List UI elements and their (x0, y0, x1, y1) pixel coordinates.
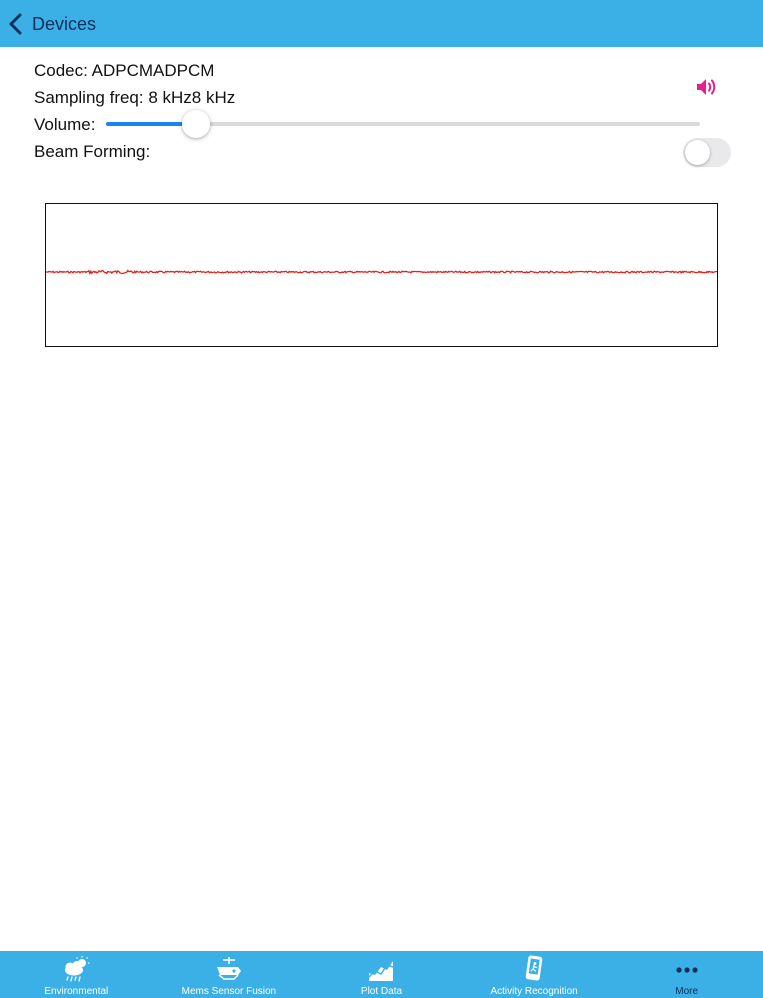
tab-label: More (675, 986, 699, 997)
waveform-plot (46, 269, 717, 276)
tab-more[interactable]: More (610, 951, 763, 998)
tab-label: Activity Recognition (490, 986, 578, 997)
back-button[interactable]: Devices (8, 10, 96, 38)
tab-plot-data[interactable]: Plot Data (305, 951, 458, 998)
speaker-icon (697, 79, 716, 95)
tab-label: Mems Sensor Fusion (181, 986, 277, 997)
waveform-line (46, 269, 717, 276)
tab-bar: Environmental Mems Sensor Fusion Plot Da… (0, 951, 763, 998)
speaker-button[interactable] (694, 76, 718, 98)
slider-thumb[interactable] (182, 110, 211, 138)
audio-waveform (45, 203, 718, 347)
more-icon (672, 955, 702, 983)
chevron-left-icon (9, 13, 22, 35)
plot-chart-icon (366, 955, 396, 983)
tab-environmental[interactable]: Environmental (0, 951, 153, 998)
weather-icon (61, 955, 91, 983)
tab-label: Environmental (44, 986, 109, 997)
sampling-freq-label: Sampling freq: 8 kHz8 kHz (34, 88, 236, 107)
tab-label: Plot Data (360, 986, 403, 997)
codec-label: Codec: ADPCMADPCM (34, 61, 215, 80)
tab-activity-recognition[interactable]: Activity Recognition (458, 951, 611, 998)
volume-slider[interactable] (106, 110, 700, 138)
navigation-bar: Devices (0, 0, 763, 47)
sensor-fusion-icon (214, 955, 244, 983)
beam-forming-toggle[interactable] (683, 138, 731, 167)
volume-label: Volume: (34, 115, 96, 134)
back-label: Devices (32, 13, 97, 34)
beam-forming-label: Beam Forming: (34, 142, 151, 161)
toggle-knob (685, 140, 710, 165)
tab-mems-sensor-fusion[interactable]: Mems Sensor Fusion (153, 951, 306, 998)
activity-icon (519, 955, 549, 983)
